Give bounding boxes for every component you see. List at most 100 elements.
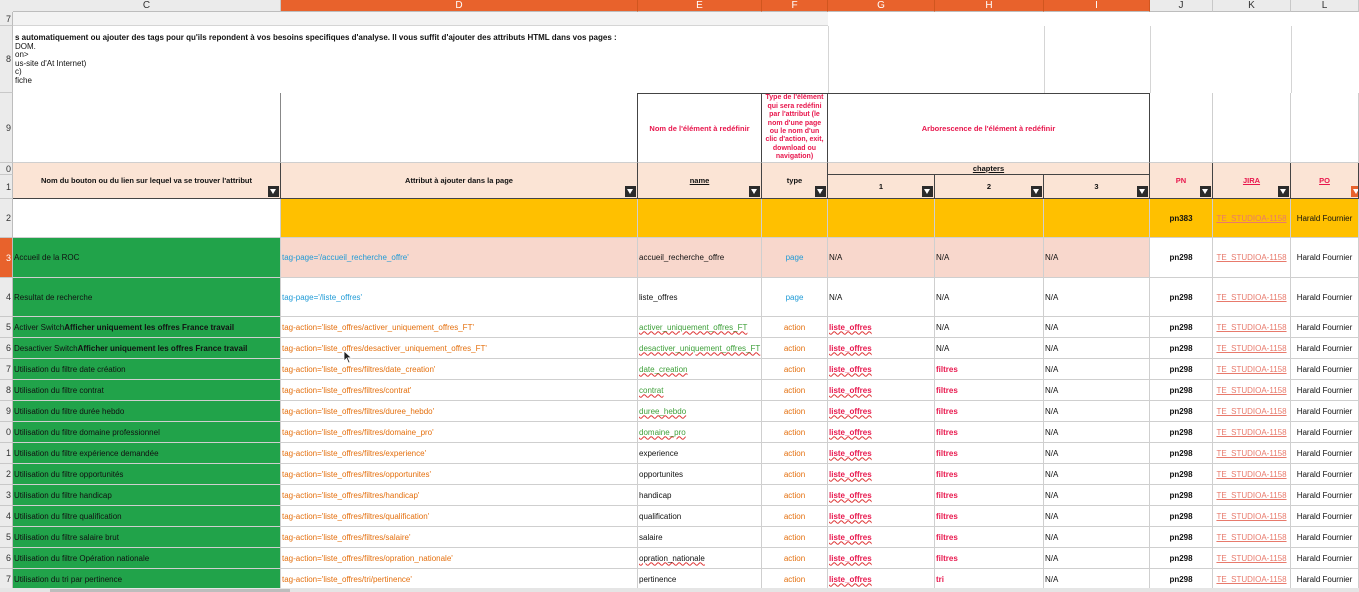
cell-i[interactable]: N/A xyxy=(1044,527,1150,548)
cell-jira[interactable]: TE_STUDIOA-1158 xyxy=(1213,238,1291,278)
row12-cell-f[interactable] xyxy=(762,199,828,238)
cell-c[interactable]: Utilisation du filtre handicap xyxy=(13,485,281,506)
row-header[interactable]: 0 xyxy=(0,422,13,443)
filter-dropdown-icon[interactable] xyxy=(1278,186,1289,197)
cell-e[interactable]: opration_nationale xyxy=(638,548,762,569)
header-chapter-2[interactable]: 2 xyxy=(935,175,1044,199)
row9-arborescence[interactable]: Arborescence de l'élément à redéfinir xyxy=(828,93,1150,163)
cell-h[interactable]: tri xyxy=(935,569,1044,590)
cell-e[interactable]: pertinence xyxy=(638,569,762,590)
cell-f[interactable]: action xyxy=(762,485,828,506)
cell-pn[interactable]: pn298 xyxy=(1150,506,1213,527)
cell-jira[interactable]: TE_STUDIOA-1158 xyxy=(1213,548,1291,569)
cell-h[interactable]: filtres xyxy=(935,506,1044,527)
cell-d[interactable]: tag-action='liste_offres/filtres/opratio… xyxy=(281,548,638,569)
row9-cell-c[interactable] xyxy=(13,93,281,163)
cell-pn[interactable]: pn298 xyxy=(1150,464,1213,485)
header-nom-bouton[interactable]: Nom du bouton ou du lien sur lequel va s… xyxy=(13,163,281,199)
filter-dropdown-icon[interactable] xyxy=(1200,186,1211,197)
cell-d[interactable]: tag-action='liste_offres/activer_uniquem… xyxy=(281,317,638,338)
cell-f[interactable]: page xyxy=(762,278,828,317)
cell-i[interactable]: N/A xyxy=(1044,380,1150,401)
cell-pn[interactable]: pn298 xyxy=(1150,380,1213,401)
cell-po[interactable]: Harald Fournier xyxy=(1291,359,1359,380)
cell-jira[interactable]: TE_STUDIOA-1158 xyxy=(1213,380,1291,401)
row-header-7[interactable]: 7 xyxy=(0,12,13,26)
cell-h[interactable]: filtres xyxy=(935,464,1044,485)
cell-h[interactable]: filtres xyxy=(935,485,1044,506)
row12-pn[interactable]: pn383 xyxy=(1150,199,1213,238)
cell-jira[interactable]: TE_STUDIOA-1158 xyxy=(1213,443,1291,464)
cell-d[interactable]: tag-page='/liste_offres' xyxy=(281,278,638,317)
cell-i[interactable]: N/A xyxy=(1044,401,1150,422)
cell-e[interactable]: experience xyxy=(638,443,762,464)
cell-g[interactable]: liste_offres xyxy=(828,569,935,590)
filter-dropdown-icon[interactable] xyxy=(1137,186,1148,197)
cell-po[interactable]: Harald Fournier xyxy=(1291,380,1359,401)
row12-cell-h[interactable] xyxy=(935,199,1044,238)
row9-type-elem[interactable]: Type de l'élément qui sera redéfini par … xyxy=(762,93,828,163)
cell-po[interactable]: Harald Fournier xyxy=(1291,338,1359,359)
cell-i[interactable]: N/A xyxy=(1044,548,1150,569)
cell-e[interactable]: desactiver_uniquement_offres_FT xyxy=(638,338,762,359)
cell-d[interactable]: tag-action='liste_offres/filtres/experie… xyxy=(281,443,638,464)
cell-g[interactable]: liste_offres xyxy=(828,548,935,569)
cell-h[interactable]: N/A xyxy=(935,238,1044,278)
cell-po[interactable]: Harald Fournier xyxy=(1291,317,1359,338)
row9-cell-l[interactable] xyxy=(1291,93,1359,163)
column-header-c[interactable]: C xyxy=(13,0,281,12)
cell-po[interactable]: Harald Fournier xyxy=(1291,464,1359,485)
cell-i[interactable]: N/A xyxy=(1044,506,1150,527)
cell-e[interactable]: activer_uniquement_offres_FT xyxy=(638,317,762,338)
filter-dropdown-icon[interactable] xyxy=(1031,186,1042,197)
row12-cell-d[interactable] xyxy=(281,199,638,238)
column-header-j[interactable]: J xyxy=(1150,0,1213,12)
row12-cell-e[interactable] xyxy=(638,199,762,238)
cell-po[interactable]: Harald Fournier xyxy=(1291,422,1359,443)
header-type[interactable]: type xyxy=(762,163,828,199)
cell-po[interactable]: Harald Fournier xyxy=(1291,569,1359,590)
cell-f[interactable]: action xyxy=(762,422,828,443)
filter-dropdown-icon[interactable] xyxy=(268,186,279,197)
filter-dropdown-icon[interactable] xyxy=(922,186,933,197)
cell-d[interactable]: tag-action='liste_offres/desactiver_uniq… xyxy=(281,338,638,359)
row-header[interactable]: 6 xyxy=(0,548,13,569)
cell-e[interactable]: qualification xyxy=(638,506,762,527)
cell-c[interactable]: Utilisation du filtre qualification xyxy=(13,506,281,527)
row-header[interactable]: 9 xyxy=(0,401,13,422)
row12-cell-i[interactable] xyxy=(1044,199,1150,238)
column-header-h[interactable]: H xyxy=(935,0,1044,12)
row-header[interactable]: 5 xyxy=(0,527,13,548)
cell-jira[interactable]: TE_STUDIOA-1158 xyxy=(1213,506,1291,527)
cell-d[interactable]: tag-action='liste_offres/filtres/contrat… xyxy=(281,380,638,401)
row-header[interactable]: 4 xyxy=(0,278,13,317)
header-chapter-3[interactable]: 3 xyxy=(1044,175,1150,199)
cell-g[interactable]: liste_offres xyxy=(828,422,935,443)
cell-pn[interactable]: pn298 xyxy=(1150,485,1213,506)
cell-g[interactable]: liste_offres xyxy=(828,380,935,401)
cell-c[interactable]: Utilisation du filtre salaire brut xyxy=(13,527,281,548)
cell-e[interactable]: contrat xyxy=(638,380,762,401)
cell-d[interactable]: tag-action='liste_offres/filtres/duree_h… xyxy=(281,401,638,422)
cell-g[interactable]: liste_offres xyxy=(828,359,935,380)
cell-i[interactable]: N/A xyxy=(1044,569,1150,590)
cell-c[interactable]: Activer Switch Afficher uniquement les o… xyxy=(13,317,281,338)
row9-cell-k[interactable] xyxy=(1213,93,1291,163)
column-header-f[interactable]: F xyxy=(762,0,828,12)
cell-e[interactable]: liste_offres xyxy=(638,278,762,317)
cell-e[interactable]: salaire xyxy=(638,527,762,548)
row12-cell-g[interactable] xyxy=(828,199,935,238)
cell-h[interactable]: filtres xyxy=(935,359,1044,380)
cell-g[interactable]: liste_offres xyxy=(828,527,935,548)
cell-f[interactable]: action xyxy=(762,569,828,590)
cell-f[interactable]: action xyxy=(762,506,828,527)
column-header-k[interactable]: K xyxy=(1213,0,1291,12)
cell-f[interactable]: page xyxy=(762,238,828,278)
cell-f[interactable]: action xyxy=(762,464,828,485)
cell-e[interactable]: domaine_pro xyxy=(638,422,762,443)
cell-e[interactable]: duree_hebdo xyxy=(638,401,762,422)
cell-c[interactable]: Utilisation du filtre domaine profession… xyxy=(13,422,281,443)
cell-g[interactable]: liste_offres xyxy=(828,485,935,506)
cell-f[interactable]: action xyxy=(762,359,828,380)
column-header-l[interactable]: L xyxy=(1291,0,1359,12)
